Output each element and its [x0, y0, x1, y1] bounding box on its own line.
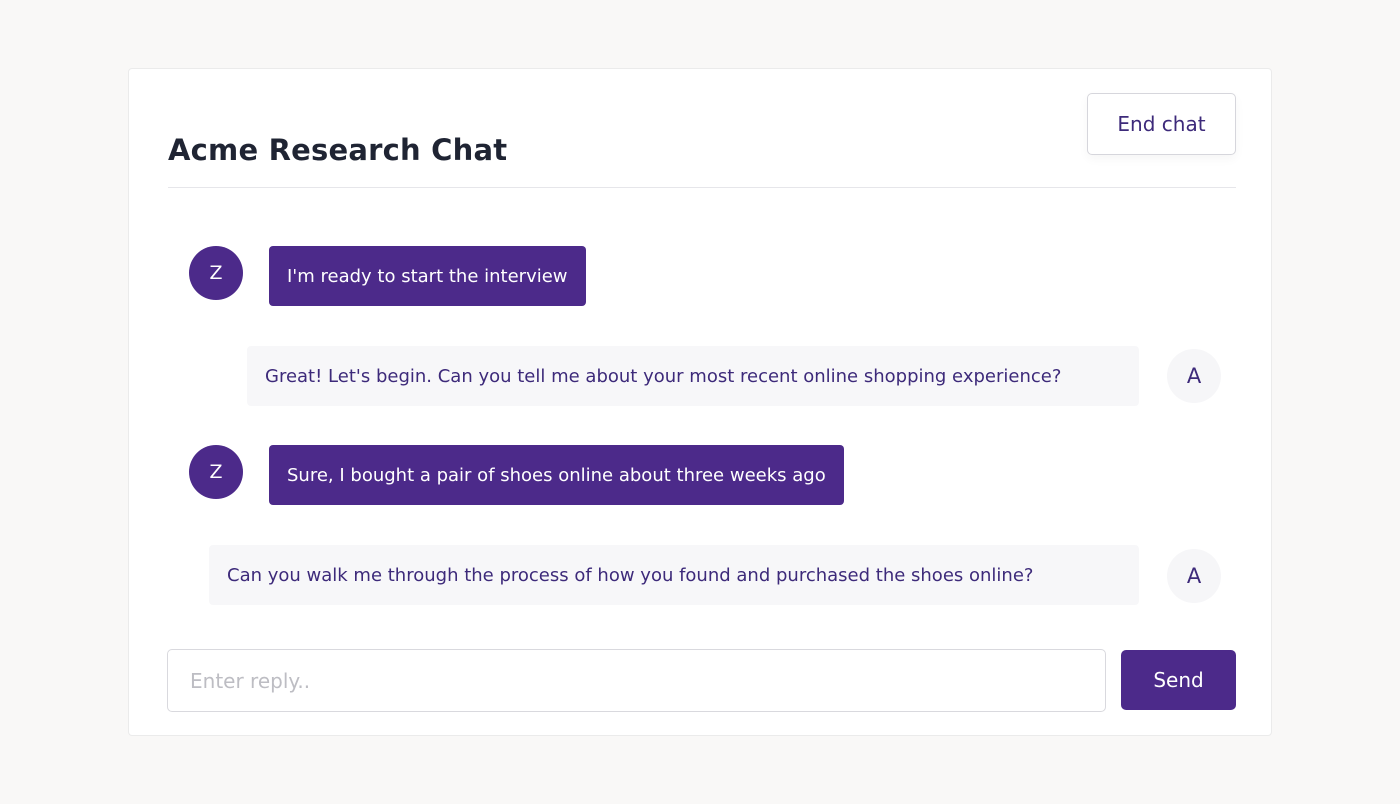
agent-message: Can you walk me through the process of h…: [209, 545, 1139, 605]
agent-avatar: A: [1167, 349, 1221, 403]
user-avatar: Z: [189, 246, 243, 300]
user-avatar: Z: [189, 445, 243, 499]
page-title: Acme Research Chat: [168, 133, 508, 167]
user-message: I'm ready to start the interview: [269, 246, 586, 306]
agent-avatar: A: [1167, 549, 1221, 603]
chat-header: Acme Research Chat End chat: [168, 93, 1236, 188]
chat-card: Acme Research Chat End chat Z I'm ready …: [128, 68, 1272, 736]
send-button[interactable]: Send: [1121, 650, 1236, 710]
agent-message: Great! Let's begin. Can you tell me abou…: [247, 346, 1139, 406]
reply-input[interactable]: [167, 649, 1106, 712]
end-chat-button[interactable]: End chat: [1087, 93, 1236, 155]
user-message: Sure, I bought a pair of shoes online ab…: [269, 445, 844, 505]
